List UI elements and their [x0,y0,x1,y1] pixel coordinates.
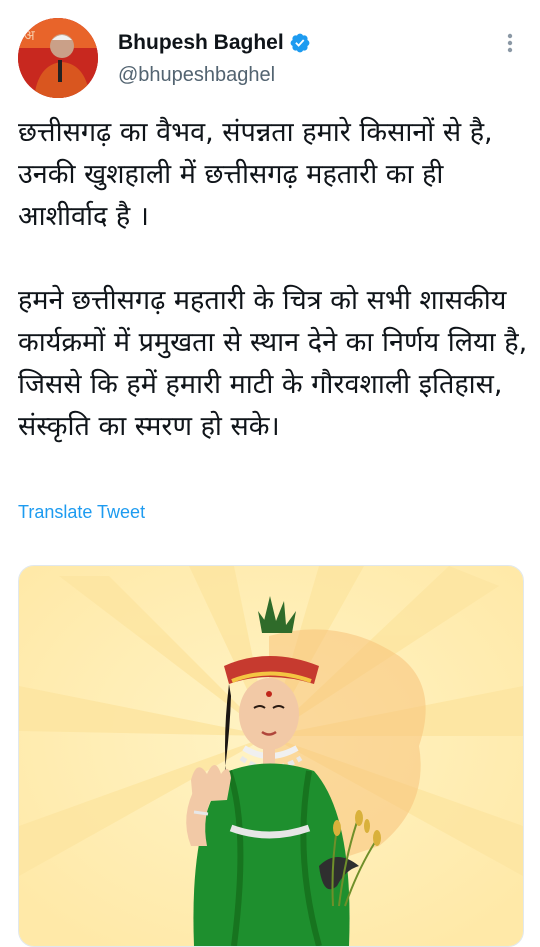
tweet-media-image[interactable] [18,565,524,947]
author-display-name[interactable]: Bhupesh Baghel [118,31,284,55]
tweet-paragraph: छत्तीसगढ़ का वैभव, संपन्नता हमारे किसानो… [18,117,493,232]
author-handle[interactable]: @bhupeshbaghel [118,64,275,87]
svg-text:अ: अ [24,28,35,44]
chhattisgarh-mahtari-illustration [19,566,523,946]
translate-tweet-link[interactable]: Translate Tweet [18,502,145,523]
more-options-icon[interactable] [500,32,520,54]
tweet-header: अ Bhupesh Baghel @bhupeshbaghel [0,0,540,110]
verified-badge-icon [290,33,310,53]
tweet-paragraph: हमने छत्तीसगढ़ महतारी के चित्र को सभी शा… [18,285,528,442]
tweet-text: छत्तीसगढ़ का वैभव, संपन्नता हमारे किसानो… [18,112,528,448]
author-name-row: Bhupesh Baghel [118,31,311,55]
avatar[interactable]: अ [18,18,98,98]
